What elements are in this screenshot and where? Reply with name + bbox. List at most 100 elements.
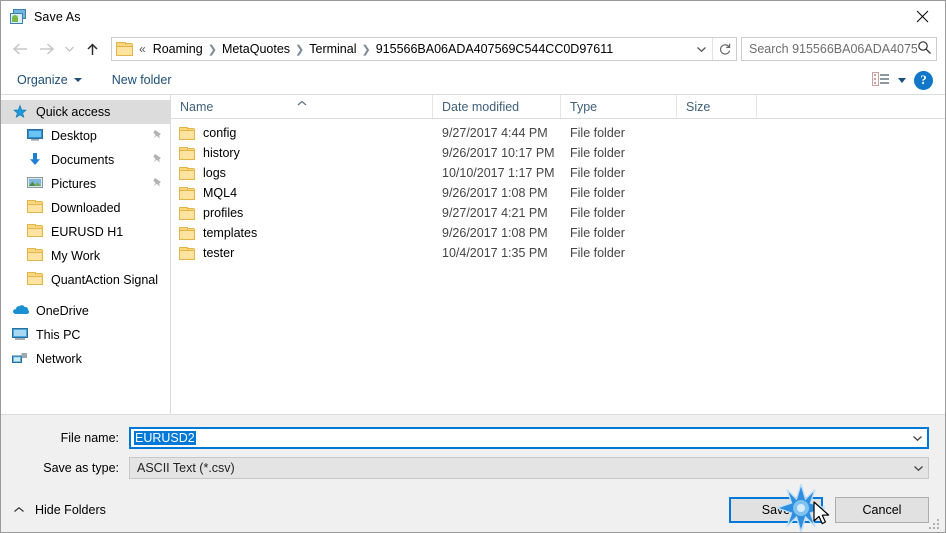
pin-icon[interactable] <box>152 177 164 192</box>
sidebar-item-my-work[interactable]: My Work <box>1 244 170 268</box>
table-row[interactable]: logs 10/10/2017 1:17 PM File folder <box>171 163 945 183</box>
sidebar-item-pictures[interactable]: Pictures <box>1 172 170 196</box>
view-options-icon <box>872 71 890 89</box>
save-button[interactable]: Save <box>729 496 823 523</box>
file-name-cell: history <box>171 146 433 160</box>
file-type-cell: File folder <box>570 226 625 240</box>
column-header-size[interactable]: Size <box>677 95 757 118</box>
sidebar-label: Pictures <box>51 177 97 191</box>
save-as-dialog: Save As « Roaming ❯ MetaQuotes ❯ Termina… <box>0 0 946 533</box>
file-name-cell: profiles <box>171 206 433 220</box>
table-row[interactable]: config 9/27/2017 4:44 PM File folder <box>171 123 945 143</box>
file-date-cell: 10/10/2017 1:17 PM <box>442 166 555 180</box>
title-bar: Save As <box>1 1 945 32</box>
search-placeholder: Search 915566BA06ADA40756... <box>749 42 917 56</box>
save-as-type-label: Save as type: <box>43 461 119 475</box>
table-row[interactable]: tester 10/4/2017 1:35 PM File folder <box>171 243 945 263</box>
chevron-down-icon[interactable] <box>908 464 928 472</box>
this-pc-icon <box>12 327 30 343</box>
chevron-right-icon[interactable]: ❯ <box>207 43 218 56</box>
file-name-label: config <box>203 126 237 140</box>
window-title: Save As <box>34 9 81 24</box>
table-row[interactable]: MQL4 9/26/2017 1:08 PM File folder <box>171 183 945 203</box>
onedrive-icon <box>12 303 30 319</box>
search-icon[interactable] <box>917 40 932 58</box>
column-header-date-modified[interactable]: Date modified <box>433 95 561 118</box>
table-row[interactable]: profiles 9/27/2017 4:21 PM File folder <box>171 203 945 223</box>
chevron-right-icon[interactable]: ❯ <box>294 43 305 56</box>
sidebar-label: Network <box>36 352 82 366</box>
table-row[interactable]: history 9/26/2017 10:17 PM File folder <box>171 143 945 163</box>
sidebar-item-downloaded[interactable]: Downloaded <box>1 196 170 220</box>
sidebar-label: Desktop <box>51 129 97 143</box>
pin-icon[interactable] <box>152 153 164 168</box>
chevron-right-icon[interactable]: ❯ <box>361 43 372 56</box>
breadcrumb-item-guid[interactable]: 915566BA06ADA407569C544CC0D97611 <box>372 42 617 56</box>
file-name-value: EURUSD2 <box>134 431 196 445</box>
cancel-button[interactable]: Cancel <box>835 496 929 523</box>
help-icon[interactable]: ? <box>914 70 933 90</box>
hide-folders-button[interactable]: Hide Folders <box>13 503 106 517</box>
column-label: Type <box>570 99 598 114</box>
save-as-type-value: ASCII Text (*.csv) <box>137 461 235 475</box>
folder-icon <box>179 246 195 260</box>
sidebar-item-quantaction-signal[interactable]: QuantAction Signal <box>1 268 170 292</box>
forward-arrow-icon[interactable] <box>33 36 59 62</box>
sidebar-item-documents[interactable]: Documents <box>1 148 170 172</box>
dialog-body: Quick access Desktop Documents Pictures … <box>1 95 945 415</box>
sidebar-label: EURUSD H1 <box>51 225 124 239</box>
chevron-down-icon <box>73 78 82 82</box>
file-name-input[interactable]: EURUSD2 <box>129 427 929 449</box>
sidebar-item-quick-access[interactable]: Quick access <box>1 100 170 124</box>
save-as-type-select[interactable]: ASCII Text (*.csv) <box>129 457 929 479</box>
folder-icon <box>179 146 195 160</box>
breadcrumb-item-metaquotes[interactable]: MetaQuotes <box>218 42 294 56</box>
network-icon <box>12 351 30 367</box>
new-folder-label: New folder <box>111 73 172 87</box>
breadcrumb-overflow[interactable]: « <box>136 42 149 56</box>
sidebar-item-desktop[interactable]: Desktop <box>1 124 170 148</box>
view-options-button[interactable] <box>872 71 906 89</box>
breadcrumb-item-terminal[interactable]: Terminal <box>305 42 360 56</box>
column-header-type[interactable]: Type <box>561 95 677 118</box>
search-input[interactable]: Search 915566BA06ADA40756... <box>741 37 937 61</box>
chevron-up-icon <box>13 503 25 517</box>
file-type-cell: File folder <box>570 206 625 220</box>
back-arrow-icon[interactable] <box>7 36 33 62</box>
chevron-down-icon[interactable] <box>907 434 927 442</box>
up-arrow-icon[interactable] <box>79 36 105 62</box>
pin-icon[interactable] <box>152 129 164 144</box>
sidebar-item-onedrive[interactable]: OneDrive <box>1 299 170 323</box>
command-bar: Organize New folder ? <box>1 66 945 95</box>
sidebar-item-network[interactable]: Network <box>1 347 170 371</box>
resize-grip-icon[interactable] <box>929 517 941 529</box>
cancel-label: Cancel <box>862 502 902 517</box>
folder-icon <box>179 186 195 200</box>
folder-icon <box>179 226 195 240</box>
column-label: Date modified <box>442 99 520 114</box>
file-name-cell: templates <box>171 226 433 240</box>
file-type-cell: File folder <box>570 166 625 180</box>
breadcrumb-item-roaming[interactable]: Roaming <box>149 42 207 56</box>
address-dropdown-icon[interactable] <box>690 38 712 60</box>
sidebar-item-this-pc[interactable]: This PC <box>1 323 170 347</box>
documents-icon <box>27 152 45 168</box>
breadcrumb: Roaming ❯ MetaQuotes ❯ Terminal ❯ 915566… <box>149 42 690 56</box>
refresh-icon[interactable] <box>712 38 736 60</box>
address-bar[interactable]: « Roaming ❯ MetaQuotes ❯ Terminal ❯ 9155… <box>111 37 737 61</box>
folder-icon <box>27 272 45 288</box>
file-date-cell: 9/26/2017 1:08 PM <box>442 186 548 200</box>
file-name-label: history <box>203 146 240 160</box>
new-folder-button[interactable]: New folder <box>110 70 174 90</box>
close-icon[interactable] <box>899 1 945 32</box>
column-header-name[interactable]: Name <box>171 95 433 118</box>
sidebar-label: My Work <box>51 249 101 263</box>
organize-button[interactable]: Organize <box>15 70 84 90</box>
chevron-down-icon <box>898 77 906 83</box>
chevron-down-icon[interactable] <box>59 36 79 62</box>
table-row[interactable]: templates 9/26/2017 1:08 PM File folder <box>171 223 945 243</box>
file-name-label: File name: <box>60 431 119 445</box>
file-type-cell: File folder <box>570 246 625 260</box>
desktop-icon <box>27 128 45 144</box>
sidebar-item-eurusd-h1[interactable]: EURUSD H1 <box>1 220 170 244</box>
